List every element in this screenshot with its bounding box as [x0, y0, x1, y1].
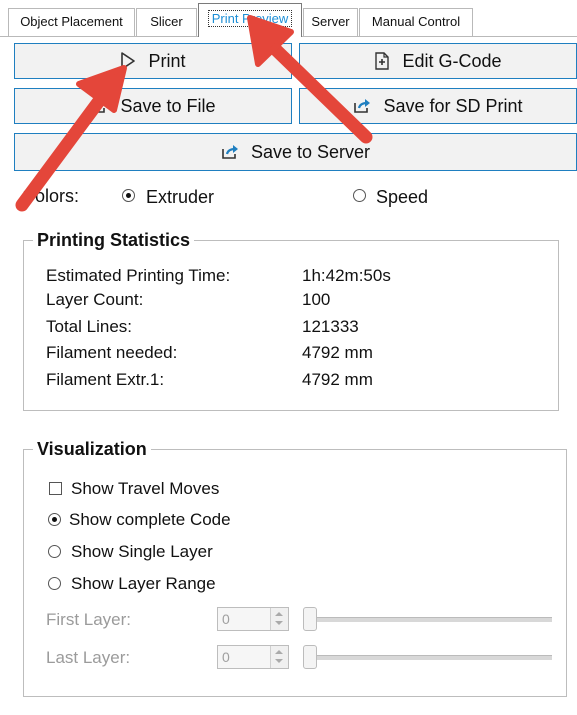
show-travel-moves-checkbox[interactable]: [49, 482, 62, 495]
tab-label: Manual Control: [371, 14, 461, 29]
save-for-sd-print-button[interactable]: Save for SD Print: [299, 88, 577, 124]
tab-print-preview[interactable]: Print Preview: [198, 3, 302, 37]
save-to-file-button[interactable]: Save to File: [14, 88, 292, 124]
tab-label: Server: [311, 14, 350, 29]
stat-value: 100: [302, 290, 331, 309]
visualization-title: Visualization: [33, 439, 151, 459]
show-single-layer-label: Show Single Layer: [71, 542, 213, 561]
stat-value: 4792 mm: [302, 370, 373, 389]
stat-value: 1h:42m:50s: [302, 266, 391, 285]
extruder-radio[interactable]: [122, 189, 135, 202]
tab-slicer[interactable]: Slicer: [136, 8, 197, 36]
show-complete-code-label: Show complete Code: [69, 510, 231, 529]
tab-label: Object Placement: [20, 14, 123, 29]
tab-bar: Object Placement Slicer Print Preview Se…: [0, 0, 577, 38]
spinner-arrows[interactable]: [270, 646, 288, 668]
colors-label: Colors:: [22, 186, 80, 206]
save-to-file-button-label: Save to File: [120, 95, 216, 116]
first-layer-label: First Layer:: [46, 610, 132, 629]
first-layer-slider-track: [305, 617, 552, 622]
last-layer-slider-track: [305, 655, 552, 660]
spin-up-icon: [275, 650, 283, 654]
first-layer-slider-thumb[interactable]: [303, 607, 317, 631]
save-to-server-button-label: Save to Server: [250, 141, 371, 162]
spinner-arrows[interactable]: [270, 608, 288, 630]
spin-up-icon: [275, 612, 283, 616]
spin-down-icon: [275, 659, 283, 663]
stat-label: Filament needed:: [46, 343, 178, 362]
show-layer-range-label: Show Layer Range: [71, 574, 216, 593]
tab-object-placement[interactable]: Object Placement: [8, 8, 135, 36]
speed-radio-label: Speed: [376, 187, 429, 207]
first-layer-value: 0: [222, 611, 230, 627]
tab-manual-control[interactable]: Manual Control: [359, 8, 473, 36]
show-travel-moves-label: Show Travel Moves: [71, 479, 220, 498]
spin-down-icon: [275, 621, 283, 625]
speed-radio[interactable]: [353, 189, 366, 202]
stat-label: Layer Count:: [46, 290, 144, 309]
printing-statistics-title: Printing Statistics: [33, 230, 195, 250]
last-layer-slider-thumb[interactable]: [303, 645, 317, 669]
stat-label: Estimated Printing Time:: [46, 266, 231, 285]
export-icon: [221, 144, 239, 160]
show-complete-code-radio[interactable]: [48, 513, 61, 526]
stat-label: Total Lines:: [46, 317, 132, 336]
edit-gcode-button[interactable]: Edit G-Code: [299, 43, 577, 79]
last-layer-label: Last Layer:: [46, 648, 131, 667]
stat-label: Filament Extr.1:: [46, 370, 165, 389]
last-layer-value: 0: [222, 649, 230, 665]
edit-gcode-button-label: Edit G-Code: [402, 50, 502, 71]
tab-label: Slicer: [150, 14, 183, 29]
play-triangle-icon: [120, 52, 136, 70]
show-layer-range-radio[interactable]: [48, 577, 61, 590]
first-layer-spinner[interactable]: 0: [217, 607, 289, 631]
edit-file-icon: [374, 52, 390, 70]
stat-value: 121333: [302, 317, 359, 336]
save-for-sd-print-button-label: Save for SD Print: [383, 95, 523, 116]
extruder-radio-label: Extruder: [146, 187, 215, 207]
print-button-label: Print: [148, 50, 186, 71]
tab-server[interactable]: Server: [303, 8, 358, 36]
stat-value: 4792 mm: [302, 343, 373, 362]
print-button[interactable]: Print: [14, 43, 292, 79]
tab-label: Print Preview: [207, 10, 293, 27]
last-layer-spinner[interactable]: 0: [217, 645, 289, 669]
export-icon: [353, 98, 371, 114]
save-to-server-button[interactable]: Save to Server: [14, 133, 577, 171]
export-icon: [90, 98, 108, 114]
show-single-layer-radio[interactable]: [48, 545, 61, 558]
